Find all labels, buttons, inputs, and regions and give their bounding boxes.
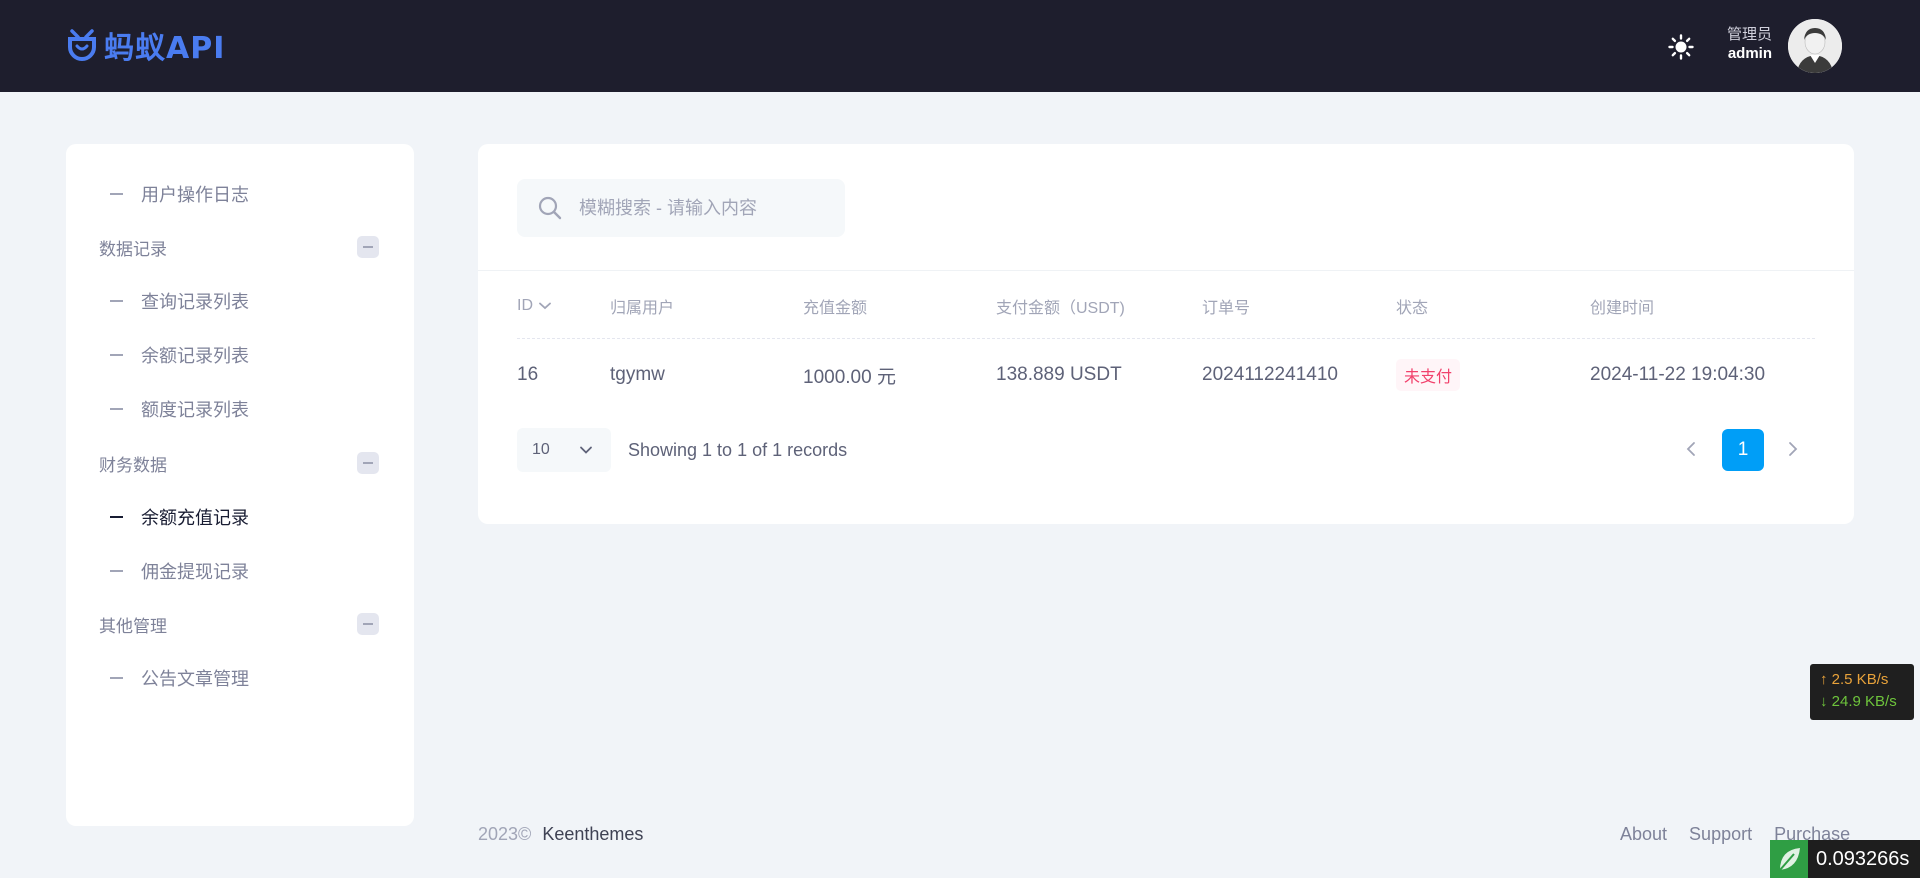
search-icon — [538, 196, 562, 220]
sidebar-item-commission-withdraw[interactable]: 佣金提现记录 — [110, 556, 249, 586]
sidebar-section-label: 数据记录 — [99, 239, 167, 259]
chevron-right-icon — [1789, 442, 1798, 456]
cell-paid: 138.889 USDT — [996, 364, 1122, 385]
recharge-records-card: ID 归属用户 充值金额 支付金额（USDT) 订单号 状态 创建时间 16 t… — [478, 144, 1854, 524]
pagination-prev-button[interactable] — [1676, 434, 1706, 464]
chevron-left-icon — [1686, 442, 1695, 456]
records-info: Showing 1 to 1 of 1 records — [628, 440, 848, 460]
page-size-select[interactable]: 10 — [517, 428, 611, 472]
column-header-id[interactable]: ID — [517, 294, 551, 318]
sidebar-section-label: 其他管理 — [99, 616, 167, 636]
sidebar-item-user-operation-log[interactable]: 用户操作日志 — [110, 179, 249, 209]
user-avatar-icon — [1788, 19, 1842, 73]
user-name: admin — [1727, 45, 1772, 62]
download-speed: ↓ 24.9 KB/s — [1820, 693, 1897, 710]
sidebar-item-label: 额度记录列表 — [141, 400, 249, 420]
footer-brand-link[interactable]: Keenthemes — [542, 824, 643, 844]
top-header: 蚂蚁API 管理员 admin — [0, 0, 1920, 92]
sidebar-item-announcements[interactable]: 公告文章管理 — [110, 663, 249, 693]
theme-toggle-button[interactable] — [1666, 32, 1696, 62]
dash-icon — [110, 570, 123, 572]
page-size-value: 10 — [532, 441, 550, 458]
collapse-minus-icon[interactable] — [357, 236, 379, 258]
debug-timer-widget[interactable]: 0.093266s — [1770, 840, 1920, 878]
dash-icon — [110, 193, 123, 195]
cell-user: tgymw — [610, 364, 665, 385]
dash-icon — [110, 677, 123, 679]
search-input[interactable] — [579, 179, 835, 237]
column-header-created: 创建时间 — [1590, 300, 1655, 317]
user-info[interactable]: 管理员 admin — [1720, 26, 1772, 64]
dash-icon — [110, 408, 123, 410]
chevron-down-icon — [580, 446, 592, 454]
brand-name: 蚂蚁API — [104, 31, 226, 66]
dash-icon — [110, 300, 123, 302]
footer-link-support[interactable]: Support — [1689, 824, 1752, 845]
cell-status: 未支付 — [1396, 359, 1461, 391]
sidebar-item-query-records[interactable]: 查询记录列表 — [110, 286, 249, 316]
cell-order-no: 2024112241410 — [1202, 364, 1338, 385]
column-header-amount: 充值金额 — [803, 300, 868, 317]
footer-year: 2023© — [478, 824, 532, 844]
upload-speed: ↑ 2.5 KB/s — [1820, 671, 1889, 688]
leaf-icon — [1770, 840, 1808, 878]
footer-link-about[interactable]: About — [1620, 824, 1667, 845]
avatar[interactable] — [1788, 19, 1842, 73]
sidebar-item-label: 查询记录列表 — [141, 292, 249, 312]
cell-created: 2024-11-22 19:04:30 — [1590, 364, 1766, 385]
column-header-order-no: 订单号 — [1202, 300, 1251, 317]
sidebar-item-balance-recharge[interactable]: 余额充值记录 — [110, 502, 249, 532]
user-role: 管理员 — [1726, 26, 1772, 43]
app-logo[interactable]: 蚂蚁API — [66, 24, 225, 66]
dash-icon — [110, 354, 123, 356]
column-header-paid: 支付金额（USDT) — [996, 300, 1125, 317]
timer-value: 0.093266s — [1816, 847, 1910, 870]
pagination-next-button[interactable] — [1778, 434, 1808, 464]
column-label: ID — [517, 297, 533, 314]
sidebar-section-finance[interactable]: 财务数据 — [99, 448, 379, 478]
sidebar-item-label: 余额充值记录 — [141, 508, 249, 528]
search-box[interactable] — [517, 179, 845, 237]
column-header-status: 状态 — [1396, 300, 1429, 317]
footer-copyright: 2023© Keenthemes — [478, 824, 643, 845]
network-speed-widget: ↑ 2.5 KB/s ↓ 24.9 KB/s — [1810, 664, 1914, 720]
sidebar-item-label: 余额记录列表 — [141, 346, 249, 366]
column-header-user: 归属用户 — [610, 300, 675, 317]
sidebar-item-quota-records[interactable]: 额度记录列表 — [110, 394, 249, 424]
cell-id: 16 — [517, 364, 539, 385]
sidebar-item-balance-records[interactable]: 余额记录列表 — [110, 340, 249, 370]
sidebar-item-label: 用户操作日志 — [141, 185, 249, 205]
sort-chevron-down-icon — [539, 302, 551, 310]
collapse-minus-icon[interactable] — [357, 452, 379, 474]
sidebar-section-label: 财务数据 — [99, 455, 167, 475]
cell-amount: 1000.00 元 — [803, 366, 896, 388]
ant-logo-icon — [68, 29, 96, 61]
sun-icon — [1668, 34, 1694, 60]
pagination-page-button[interactable]: 1 — [1722, 429, 1764, 471]
sidebar: 用户操作日志 数据记录 查询记录列表 余额记录列表 额度记录列表 财务数据 余额… — [66, 144, 414, 826]
collapse-minus-icon[interactable] — [357, 613, 379, 635]
sidebar-section-data-records[interactable]: 数据记录 — [99, 232, 379, 262]
sidebar-item-label: 公告文章管理 — [141, 669, 249, 689]
header-divider — [517, 338, 1815, 339]
status-badge: 未支付 — [1396, 359, 1461, 391]
dash-icon — [110, 516, 123, 518]
sidebar-item-label: 佣金提现记录 — [141, 562, 249, 582]
sidebar-section-other[interactable]: 其他管理 — [99, 609, 379, 639]
divider — [478, 270, 1854, 271]
